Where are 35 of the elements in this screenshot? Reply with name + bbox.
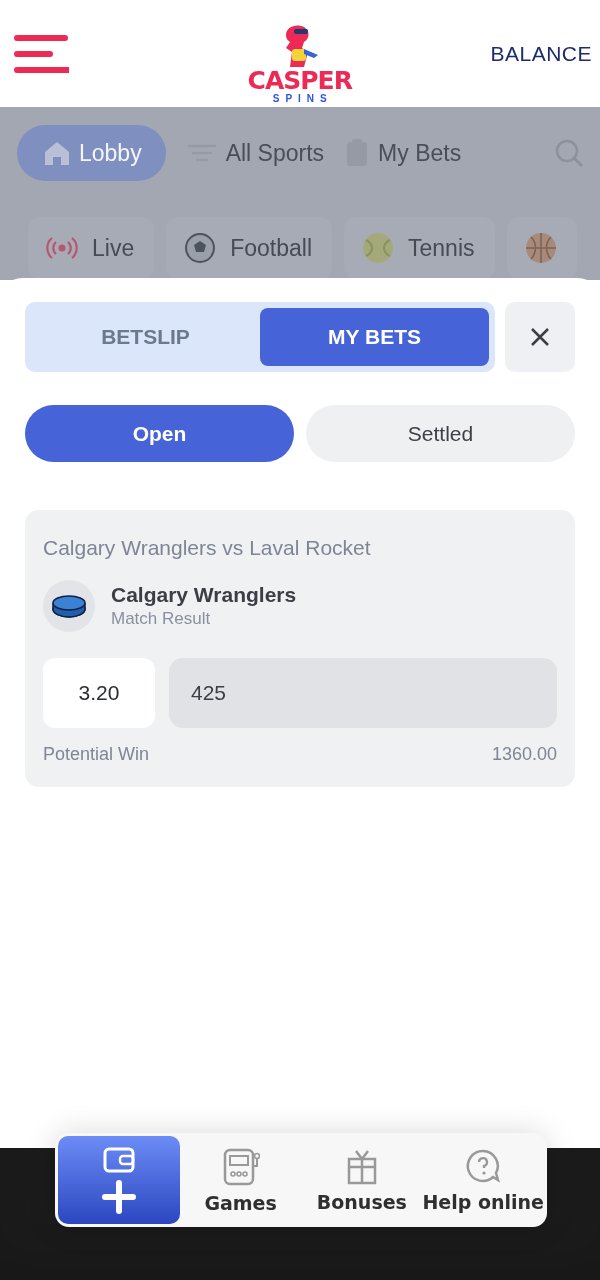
balance-link[interactable]: BALANCE [490,41,592,66]
filter-tab[interactable]: Open [25,405,294,462]
help-chat-icon [464,1147,503,1185]
menu-icon[interactable] [14,33,69,74]
potential-win-value: 1360.00 [491,744,557,765]
sport-chip[interactable]: Football [166,217,333,279]
sport-chip[interactable]: Live [28,217,155,279]
nav-tab[interactable]: All Sports [185,125,325,181]
tennis-ball-icon [362,232,395,264]
nav-tab[interactable]: My Bets [344,125,462,181]
sport-chip[interactable]: Tennis [344,217,495,279]
football-icon [184,232,217,264]
home-icon [43,139,71,167]
filter-tab[interactable]: Settled [306,405,575,462]
odds-value: 3.20 [43,658,155,728]
potential-win-label: Potential Win [43,744,150,765]
slot-machine-icon [221,1146,260,1186]
deposit-button[interactable] [58,1136,180,1224]
close-button[interactable] [505,302,575,372]
sport-chip[interactable] [506,217,577,279]
logo-wordmark: CASPER [247,69,352,93]
bottom-nav-item[interactable]: Bonuses [301,1136,423,1224]
sheet-tab[interactable]: BETSLIP [31,308,260,366]
basketball-icon [524,232,557,264]
bottom-nav-item[interactable]: Games [180,1136,302,1224]
match-title: Calgary Wranglers vs Laval Rocket [43,536,372,560]
selection-name: Calgary Wranglers [111,583,297,607]
hockey-puck-icon [51,593,87,619]
logo-subtitle: SPINS [272,93,333,104]
stake-field[interactable]: 425 [169,658,557,728]
bottom-nav-item[interactable]: Help online [422,1136,544,1224]
nav-tab[interactable]: Lobby [17,125,166,181]
sheet-tab[interactable]: MY BETS [260,308,489,366]
market-label: Match Result [111,609,212,629]
close-icon [529,326,551,348]
